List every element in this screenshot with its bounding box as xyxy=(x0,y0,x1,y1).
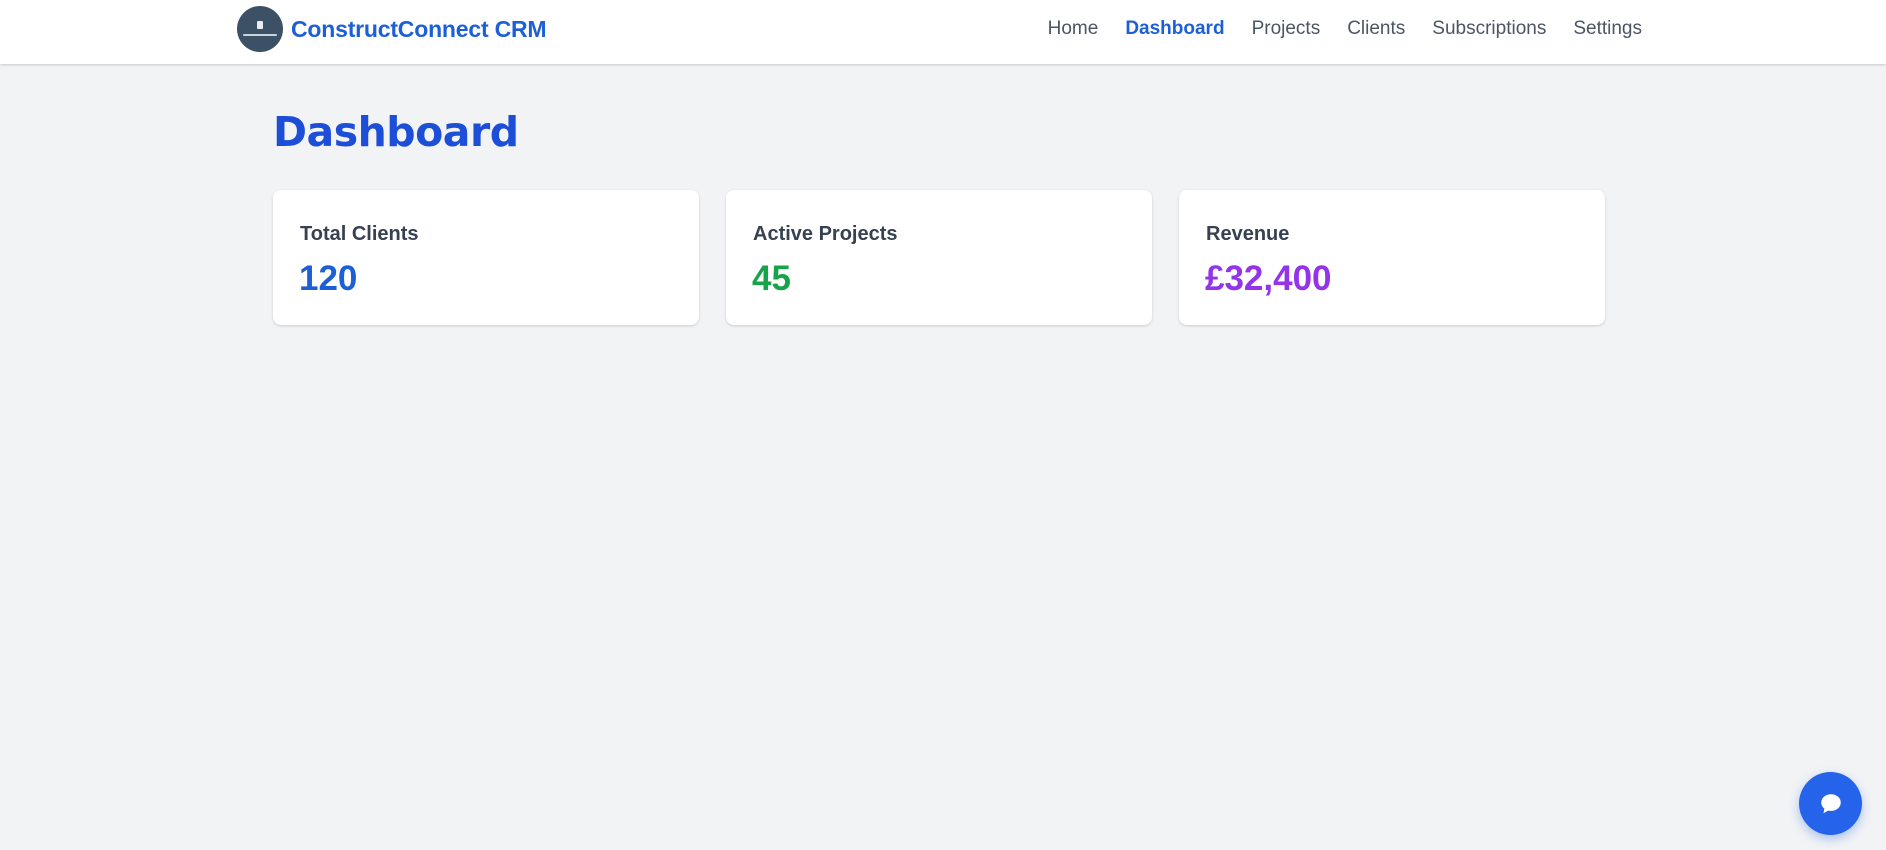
building-logo-icon xyxy=(237,6,283,52)
stat-value: 45 xyxy=(752,259,791,298)
stat-value: 120 xyxy=(299,259,358,298)
stat-label: Revenue xyxy=(1206,223,1290,245)
nav-clients[interactable]: Clients xyxy=(1347,16,1405,42)
chat-bubble-icon xyxy=(1820,793,1841,813)
nav-projects[interactable]: Projects xyxy=(1252,16,1321,42)
nav-home[interactable]: Home xyxy=(1048,16,1099,42)
nav-dashboard[interactable]: Dashboard xyxy=(1125,16,1224,42)
stat-card-total-clients: Total Clients 120 xyxy=(273,190,699,325)
stat-card-revenue: Revenue £32,400 xyxy=(1179,190,1605,325)
stat-value: £32,400 xyxy=(1205,259,1332,298)
nav-settings[interactable]: Settings xyxy=(1573,16,1642,42)
stat-card-active-projects: Active Projects 45 xyxy=(726,190,1152,325)
brand[interactable]: ConstructConnect CRM xyxy=(237,6,547,52)
top-navbar: ConstructConnect CRM Home Dashboard Proj… xyxy=(0,0,1886,64)
stat-label: Total Clients xyxy=(300,223,419,245)
page-title: Dashboard xyxy=(273,108,519,156)
chat-button[interactable] xyxy=(1799,772,1862,835)
stat-label: Active Projects xyxy=(753,223,898,245)
nav-subscriptions[interactable]: Subscriptions xyxy=(1432,16,1546,42)
brand-name: ConstructConnect CRM xyxy=(291,15,547,42)
main-nav: Home Dashboard Projects Clients Subscrip… xyxy=(1048,16,1642,42)
main-content: Dashboard Total Clients 120 Active Proje… xyxy=(255,94,1621,850)
